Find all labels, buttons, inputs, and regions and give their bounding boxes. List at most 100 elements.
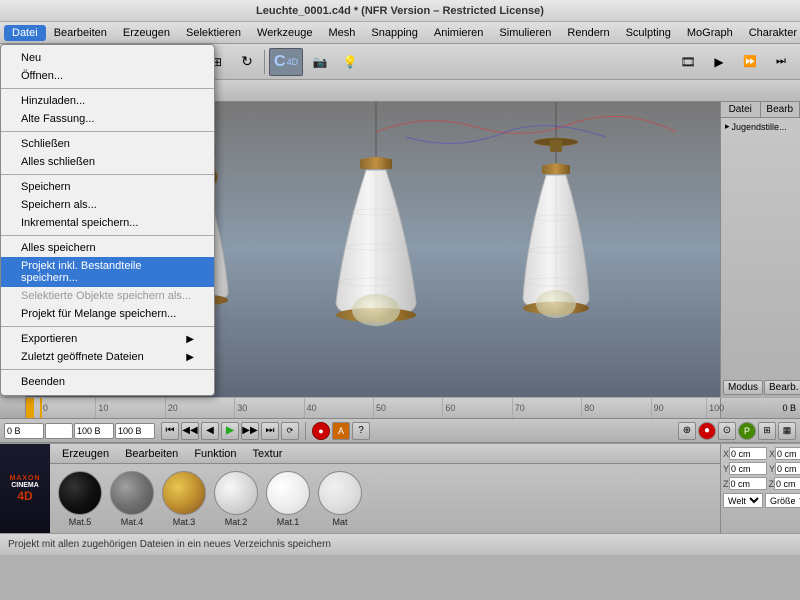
menu-mesh[interactable]: Mesh xyxy=(320,25,363,41)
dropdown-zuletzt[interactable]: Zuletzt geöffnete Dateien ▶ xyxy=(1,348,214,366)
mat-menu-erzeugen[interactable]: Erzeugen xyxy=(54,447,117,461)
menu-charakter[interactable]: Charakter xyxy=(741,25,800,41)
dropdown-sep1 xyxy=(1,88,214,89)
toolbar-anim-btn4[interactable]: ⏭ xyxy=(767,48,795,76)
pb-record-btn[interactable]: ● xyxy=(312,422,330,440)
timeline-mark-40: 40 xyxy=(304,398,317,418)
pb-icon4[interactable]: P xyxy=(738,422,756,440)
modus-btn[interactable]: Modus xyxy=(723,380,763,395)
pb-loop[interactable]: ⟳ xyxy=(281,422,299,440)
timeline-start-indicator xyxy=(26,398,34,418)
dropdown-alles-speichern[interactable]: Alles speichern xyxy=(1,239,214,257)
dropdown-beenden[interactable]: Beenden xyxy=(1,373,214,391)
pb-goto-end[interactable]: ⏭ xyxy=(261,422,279,440)
playback-end-field[interactable]: 100 B xyxy=(115,423,155,439)
right-tab-datei[interactable]: Datei xyxy=(721,102,761,117)
dropdown-sep5 xyxy=(1,326,214,327)
dropdown-hinzuladen[interactable]: Hinzuladen... xyxy=(1,92,214,110)
dropdown-schliessen[interactable]: Schließen xyxy=(1,135,214,153)
dropdown-exportieren[interactable]: Exportieren ▶ xyxy=(1,330,214,348)
mat-menu-funktion[interactable]: Funktion xyxy=(186,447,244,461)
pb-motion-path[interactable]: ? xyxy=(352,422,370,440)
menu-simulieren[interactable]: Simulieren xyxy=(491,25,559,41)
coord-z2-field[interactable] xyxy=(774,477,800,490)
dropdown-alte-fassung[interactable]: Alte Fassung... xyxy=(1,110,214,128)
mat-menu-textur[interactable]: Textur xyxy=(245,447,291,461)
material-section: Erzeugen Bearbeiten Funktion Textur Mat.… xyxy=(50,444,720,533)
pb-goto-start[interactable]: ⏮ xyxy=(161,422,179,440)
pb-icon5[interactable]: ⊞ xyxy=(758,422,776,440)
pb-play[interactable]: ▶ xyxy=(221,422,239,440)
dropdown-oeffnen[interactable]: Öffnen... xyxy=(1,67,214,85)
pb-icon3[interactable]: ⊙ xyxy=(718,422,736,440)
toolbar-light-btn[interactable]: 💡 xyxy=(336,48,364,76)
material-item-mat3[interactable]: Mat.3 xyxy=(162,471,206,527)
material-item-mat4[interactable]: Mat.4 xyxy=(110,471,154,527)
timeline[interactable]: 0 10 20 30 40 50 60 70 80 90 100 0 B xyxy=(0,397,800,419)
timeline-mark-30: 30 xyxy=(234,398,247,418)
pb-prev-key[interactable]: ◀◀ xyxy=(181,422,199,440)
menu-snapping[interactable]: Snapping xyxy=(363,25,426,41)
material-item-mat1[interactable]: Mat.1 xyxy=(266,471,310,527)
menu-rendern[interactable]: Rendern xyxy=(559,25,617,41)
playback-speed-field[interactable]: 100 B xyxy=(74,423,114,439)
pb-icon1[interactable]: ⊕ xyxy=(678,422,696,440)
mat5-label: Mat.5 xyxy=(69,517,92,527)
coord-row-z: Z Z B xyxy=(723,477,798,490)
timeline-ruler[interactable]: 0 10 20 30 40 50 60 70 80 90 100 xyxy=(26,398,720,418)
menu-bearbeiten[interactable]: Bearbeiten xyxy=(46,25,115,41)
toolbar-anim-btn3[interactable]: ⏩ xyxy=(736,48,764,76)
timeline-mark-100: 100 xyxy=(706,398,724,418)
menu-sculpting[interactable]: Sculpting xyxy=(618,25,679,41)
dropdown-speichern[interactable]: Speichern xyxy=(1,178,214,196)
coord-x2-field[interactable] xyxy=(775,447,800,460)
title-bar: Leuchte_0001.c4d * (NFR Version – Restri… xyxy=(0,0,800,22)
dropdown-inkremental[interactable]: Inkremental speichern... xyxy=(1,214,214,232)
menu-werkzeuge[interactable]: Werkzeuge xyxy=(249,25,320,41)
toolbar-logo-icon: C xyxy=(274,53,286,71)
toolbar-anim-btn2[interactable]: ▶ xyxy=(705,48,733,76)
right-tab-bearb[interactable]: Bearb xyxy=(761,102,800,117)
dropdown-sep3 xyxy=(1,174,214,175)
toolbar-camera-btn[interactable]: 📷 xyxy=(306,48,334,76)
coord-size-select[interactable]: Größe xyxy=(765,493,800,508)
pb-icon2[interactable]: ● xyxy=(698,422,716,440)
toolbar-anim-btn1[interactable]: 🎞 xyxy=(674,48,702,76)
coord-row-x: X X H xyxy=(723,447,798,460)
pb-next-frame[interactable]: ▶▶ xyxy=(241,422,259,440)
mat-label: Mat xyxy=(332,517,347,527)
dropdown-speichern-als[interactable]: Speichern als... xyxy=(1,196,214,214)
playback-start-field[interactable]: 0 B xyxy=(4,423,44,439)
menu-mograph[interactable]: MoGraph xyxy=(679,25,741,41)
right-panel-header: ▸ Jugendstille... xyxy=(723,120,798,133)
dropdown-alles-schliessen[interactable]: Alles schließen xyxy=(1,153,214,171)
dropdown-neu[interactable]: Neu xyxy=(1,49,214,67)
menu-selektieren[interactable]: Selektieren xyxy=(178,25,249,41)
dropdown-projekt-melange[interactable]: Projekt für Melange speichern... xyxy=(1,305,214,323)
menu-erzeugen[interactable]: Erzeugen xyxy=(115,25,178,41)
material-item-mat[interactable]: Mat xyxy=(318,471,362,527)
material-item-mat2[interactable]: Mat.2 xyxy=(214,471,258,527)
mat2-preview xyxy=(214,471,258,515)
playback-frame-field[interactable] xyxy=(45,423,73,439)
pb-prev-frame[interactable]: ◀ xyxy=(201,422,219,440)
coord-x1-field[interactable] xyxy=(729,447,767,460)
mat-menu-bearbeiten[interactable]: Bearbeiten xyxy=(117,447,186,461)
timeline-playhead[interactable] xyxy=(40,398,42,418)
toolbar-rotate-btn[interactable]: ↻ xyxy=(233,48,261,76)
dropdown-projekt-bestandteile[interactable]: Projekt inkl. Bestandteile speichern... xyxy=(1,257,214,287)
mat1-preview xyxy=(266,471,310,515)
pb-icon6[interactable]: ▦ xyxy=(778,422,796,440)
coord-y2-field[interactable] xyxy=(775,462,800,475)
coord-y1-field[interactable] xyxy=(729,462,767,475)
mat3-label: Mat.3 xyxy=(173,517,196,527)
material-item-mat5[interactable]: Mat.5 xyxy=(58,471,102,527)
menu-datei[interactable]: Datei xyxy=(4,25,46,41)
material-menu: Erzeugen Bearbeiten Funktion Textur xyxy=(50,444,720,464)
coord-system-select[interactable]: Welt xyxy=(723,493,763,508)
cinema4d-logo: MAXON CINEMA 4D xyxy=(0,444,50,533)
bearb-btn[interactable]: Bearb. xyxy=(764,380,800,395)
menu-animieren[interactable]: Animieren xyxy=(426,25,492,41)
pb-auto-key[interactable]: A xyxy=(332,422,350,440)
coord-z1-field[interactable] xyxy=(729,477,767,490)
